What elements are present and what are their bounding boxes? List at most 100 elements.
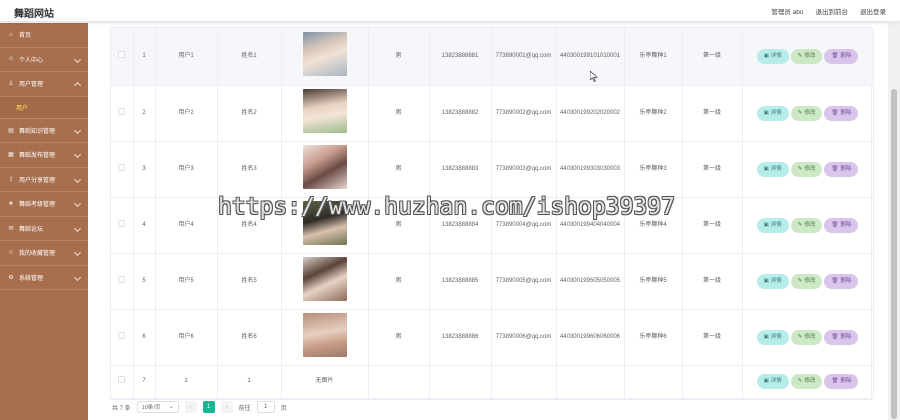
edit-icon: ✎	[797, 277, 803, 284]
detail-button[interactable]: ▣ 详情	[756, 374, 789, 389]
sidebar-item-label: 舞蹈发布管理	[19, 153, 56, 160]
detail-button[interactable]: ▣ 详情	[756, 329, 789, 345]
sidebar-item-7[interactable]: ✉ 舞蹈论坛	[0, 217, 88, 241]
row-checkbox[interactable]	[118, 275, 126, 283]
detail-icon: ▣	[763, 165, 769, 172]
delete-button[interactable]: 🗑 删除	[824, 374, 859, 389]
detail-icon: ▣	[763, 277, 769, 284]
next-page-button[interactable]: ›	[220, 401, 233, 413]
edit-button[interactable]: ✎ 修改	[790, 329, 823, 345]
detail-button[interactable]: ▣ 详情	[756, 217, 789, 233]
edit-icon: ✎	[797, 221, 803, 228]
user-phone: 13823888881	[441, 52, 479, 59]
sidebar-item-6[interactable]: ★ 舞蹈考级管理	[0, 192, 88, 217]
trash-icon: 🗑	[831, 333, 839, 340]
edit-button[interactable]: ✎ 修改	[790, 48, 823, 64]
chevron-down-icon	[73, 273, 82, 281]
edit-icon: ✎	[797, 378, 803, 384]
row-checkbox[interactable]	[118, 50, 126, 58]
chevron-down-icon	[73, 199, 82, 208]
gear-icon: ⚙	[8, 274, 14, 281]
sidebar-item-label: 个人中心	[19, 57, 44, 64]
goto-page-input[interactable]: 1	[256, 401, 275, 413]
sidebar-subitem-users[interactable]: 用户	[0, 96, 88, 119]
edit-button[interactable]: ✎ 修改	[790, 374, 823, 389]
admin-user-link[interactable]: 管理员 abo	[771, 6, 803, 16]
user-name: 姓名5	[241, 277, 257, 284]
user-name: 1	[247, 378, 251, 384]
sidebar-item-9[interactable]: ⚙ 系统管理	[0, 266, 88, 290]
trash-icon: 🗑	[831, 378, 839, 384]
user-gender: 男	[395, 221, 402, 228]
user-name: 姓名1	[241, 52, 257, 59]
delete-label: 删除	[840, 52, 852, 59]
user-account: 用户6	[178, 333, 194, 340]
detail-button[interactable]: ▣ 详情	[756, 48, 789, 64]
detail-button[interactable]: ▣ 详情	[756, 273, 789, 289]
delete-button[interactable]: 🗑 删除	[824, 329, 859, 345]
sidebar-item-2[interactable]: ♙ 用户管理	[0, 72, 88, 97]
sidebar-item-1[interactable]: ☺ 个人中心	[0, 48, 88, 72]
delete-label: 删除	[840, 378, 852, 384]
delete-label: 删除	[840, 333, 852, 340]
row-index: 1	[142, 52, 146, 59]
sidebar-item-label: 用户管理	[19, 82, 44, 89]
row-checkbox[interactable]	[118, 331, 126, 339]
scrollbar-thumb[interactable]	[891, 89, 897, 419]
row-index: 7	[142, 378, 146, 384]
brand-title: 舞蹈网站	[14, 9, 54, 20]
sidebar-item-3[interactable]: ▤ 舞蹈知识管理	[0, 119, 88, 143]
prev-page-button[interactable]: ‹	[184, 401, 197, 413]
delete-button[interactable]: 🗑 删除	[824, 105, 859, 121]
edit-button[interactable]: ✎ 修改	[790, 161, 823, 177]
detail-label: 详情	[770, 165, 782, 172]
page-size-select[interactable]: 10条/页 ⌄	[136, 401, 179, 413]
sidebar-item-5[interactable]: ⇪ 用户分享管理	[0, 168, 88, 192]
user-photo	[302, 32, 347, 77]
detail-button[interactable]: ▣ 详情	[756, 161, 789, 177]
delete-button[interactable]: 🗑 删除	[824, 48, 859, 64]
sidebar-item-0[interactable]: ⌂ 首页	[0, 23, 88, 48]
row-checkbox[interactable]	[118, 107, 126, 115]
delete-label: 删除	[840, 277, 852, 284]
sidebar-item-label: 首页	[19, 33, 32, 40]
user-phone: 13823888883	[441, 165, 479, 172]
edit-icon: ✎	[797, 333, 803, 340]
user-email: 773890006@qq.com	[495, 333, 552, 340]
user-email: 773890004@qq.com	[495, 221, 552, 228]
detail-label: 详情	[770, 378, 782, 384]
row-checkbox[interactable]	[118, 219, 126, 227]
exit-to-frontend-link[interactable]: 退出到前台	[816, 6, 849, 16]
pagination: 共 7 条 10条/页 ⌄ ‹ 1 › 前往 1 页	[112, 401, 287, 413]
delete-button[interactable]: 🗑 删除	[824, 161, 859, 177]
user-level: 第一级	[702, 165, 721, 172]
delete-button[interactable]: 🗑 删除	[824, 273, 859, 289]
row-checkbox[interactable]	[118, 163, 126, 171]
logout-link[interactable]: 退出登录	[860, 6, 886, 16]
edit-icon: ✎	[797, 165, 803, 172]
sidebar-item-8[interactable]: ☆ 我的收藏管理	[0, 241, 88, 266]
detail-label: 详情	[770, 52, 782, 59]
edit-button[interactable]: ✎ 修改	[790, 105, 823, 121]
edit-icon: ✎	[797, 52, 803, 59]
page-scrollbar[interactable]	[888, 23, 900, 420]
user-account: 1	[184, 378, 188, 384]
row-checkbox[interactable]	[118, 376, 126, 383]
sidebar-item-4[interactable]: ▦ 舞蹈发布管理	[0, 143, 88, 168]
user-dance-type: 乐亭舞种1	[639, 52, 667, 59]
delete-button[interactable]: 🗑 删除	[824, 217, 859, 233]
user-id-card: 440300199505050005	[559, 277, 621, 284]
table-row: 6 用户6 姓名6 男 13823888886 773890006@qq.com 44030…	[111, 309, 874, 366]
user-level: 第一级	[702, 109, 721, 116]
user-gender: 男	[395, 165, 402, 172]
detail-button[interactable]: ▣ 详情	[756, 105, 789, 121]
chevron-down-icon	[73, 55, 82, 63]
table-row: 2 用户2 姓名2 男 13823888882 773890002@qq.com 44030…	[111, 85, 874, 142]
user-name: 姓名2	[241, 109, 257, 116]
edit-button[interactable]: ✎ 修改	[790, 217, 823, 233]
user-level: 第一级	[702, 277, 721, 284]
edit-button[interactable]: ✎ 修改	[790, 273, 823, 289]
edit-label: 修改	[804, 52, 816, 59]
delete-label: 删除	[840, 165, 852, 172]
page-number-current[interactable]: 1	[202, 401, 215, 413]
